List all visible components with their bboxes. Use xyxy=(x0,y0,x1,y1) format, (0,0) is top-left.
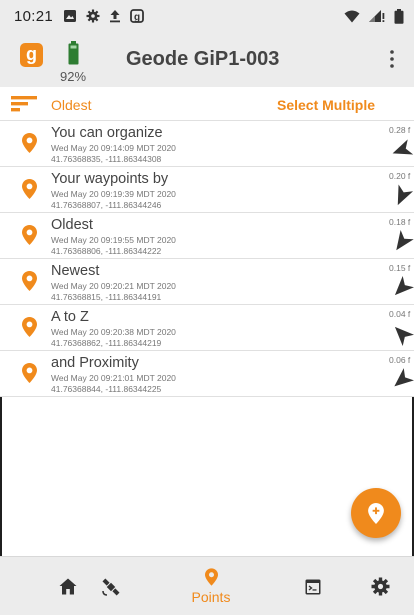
point-timestamp: Wed May 20 09:20:38 MDT 2020 xyxy=(51,327,176,337)
point-distance: 0.06 f xyxy=(389,355,411,365)
nav-points[interactable]: Points xyxy=(176,557,246,615)
point-timestamp: Wed May 20 09:14:09 MDT 2020 xyxy=(51,143,176,153)
location-pin-icon xyxy=(22,363,37,383)
geode-notification-icon: g xyxy=(130,9,144,23)
direction-arrow-icon xyxy=(394,326,414,346)
battery-percent: 92% xyxy=(60,69,87,84)
location-pin-icon xyxy=(22,317,37,337)
point-coordinates: 41.76368862, -111.86344219 xyxy=(51,338,162,348)
point-name: Oldest xyxy=(51,217,93,233)
gallery-notification-icon xyxy=(64,10,77,22)
upload-notification-icon xyxy=(110,10,121,23)
location-pin-icon xyxy=(22,133,37,153)
terminal-icon xyxy=(305,579,321,594)
battery-status-icon xyxy=(394,8,404,24)
add-location-icon xyxy=(368,502,384,524)
point-distance: 0.18 f xyxy=(389,217,411,227)
nav-settings[interactable] xyxy=(345,557,414,615)
select-multiple-button[interactable]: Select Multiple xyxy=(277,97,375,113)
point-coordinates: 41.76368806, -111.86344222 xyxy=(51,246,162,256)
sort-icon[interactable] xyxy=(11,96,39,112)
point-coordinates: 41.76368844, -111.86344225 xyxy=(51,384,162,394)
location-pin-icon xyxy=(22,225,37,245)
point-distance: 0.04 f xyxy=(389,309,411,319)
point-coordinates: 41.76368807, -111.86344246 xyxy=(51,200,162,210)
point-name: A to Z xyxy=(51,309,89,325)
point-row[interactable]: Newest Wed May 20 09:20:21 MDT 2020 41.7… xyxy=(0,259,414,305)
point-timestamp: Wed May 20 09:19:55 MDT 2020 xyxy=(51,235,176,245)
location-pin-icon xyxy=(22,271,37,291)
status-time: 10:21 xyxy=(14,7,54,25)
device-battery-icon xyxy=(68,41,79,65)
add-point-button[interactable] xyxy=(351,488,401,538)
svg-text:g: g xyxy=(134,12,140,23)
point-name: You can organize xyxy=(51,125,163,141)
point-name: Newest xyxy=(51,263,100,279)
device-name: Geode GiP1-003 xyxy=(126,48,280,70)
filter-row: Oldest Select Multiple xyxy=(0,87,414,121)
nav-terminal[interactable] xyxy=(278,557,348,615)
home-icon xyxy=(59,578,77,595)
point-name: and Proximity xyxy=(51,355,139,371)
point-coordinates: 41.76368835, -111.86344308 xyxy=(51,154,162,164)
point-row[interactable]: A to Z Wed May 20 09:20:38 MDT 2020 41.7… xyxy=(0,305,414,351)
point-timestamp: Wed May 20 09:19:39 MDT 2020 xyxy=(51,189,176,199)
point-timestamp: Wed May 20 09:20:21 MDT 2020 xyxy=(51,281,176,291)
gear-icon xyxy=(371,577,389,596)
point-row[interactable]: Oldest Wed May 20 09:19:55 MDT 2020 41.7… xyxy=(0,213,414,259)
status-left-icons: g xyxy=(63,9,144,23)
nav-satellite[interactable] xyxy=(76,557,146,615)
settings-notification-icon xyxy=(86,9,100,23)
location-pin-icon xyxy=(204,568,218,586)
point-name: Your waypoints by xyxy=(51,171,169,187)
direction-arrow-icon xyxy=(394,368,414,387)
point-distance: 0.15 f xyxy=(389,263,411,273)
direction-arrow-icon xyxy=(396,230,414,251)
points-list: You can organize Wed May 20 09:14:09 MDT… xyxy=(0,121,414,397)
bottom-navigation: Points xyxy=(0,556,414,615)
point-row[interactable]: Your waypoints by Wed May 20 09:19:39 MD… xyxy=(0,167,414,213)
app-bar: g 92% Geode GiP1-003 xyxy=(0,32,414,87)
point-row[interactable]: You can organize Wed May 20 09:14:09 MDT… xyxy=(0,121,414,167)
point-timestamp: Wed May 20 09:21:01 MDT 2020 xyxy=(51,373,176,383)
point-coordinates: 41.76368815, -111.86344191 xyxy=(51,292,162,302)
point-distance: 0.28 f xyxy=(389,125,411,135)
direction-arrow-icon xyxy=(392,139,414,155)
point-row[interactable]: and Proximity Wed May 20 09:21:01 MDT 20… xyxy=(0,351,414,397)
direction-arrow-icon xyxy=(397,184,414,206)
overflow-menu-button[interactable] xyxy=(384,47,400,71)
direction-arrow-icon xyxy=(394,276,414,296)
location-pin-icon xyxy=(22,179,37,199)
nav-points-label: Points xyxy=(191,589,231,605)
status-bar: 10:21 g xyxy=(0,0,414,32)
wifi-icon xyxy=(344,10,360,22)
satellite-icon xyxy=(102,578,120,596)
point-distance: 0.20 f xyxy=(389,171,411,181)
geode-logo: g xyxy=(20,43,43,67)
status-right-icons xyxy=(344,8,404,24)
cellular-signal-icon xyxy=(369,10,385,22)
sort-order-label[interactable]: Oldest xyxy=(51,97,91,113)
